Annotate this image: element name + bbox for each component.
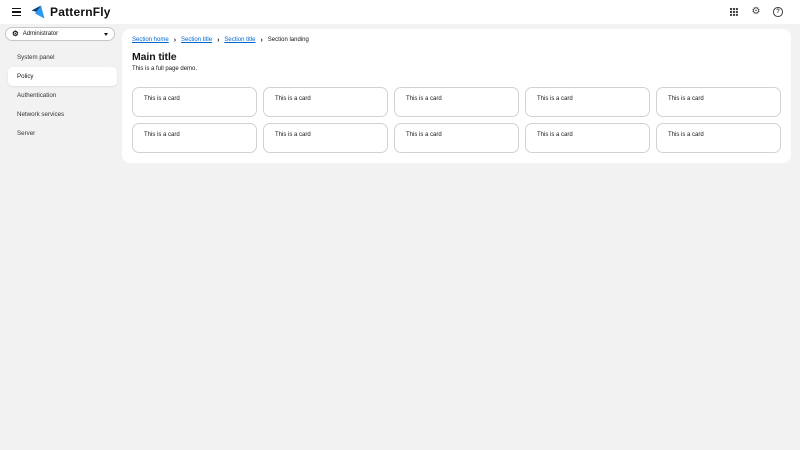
chevron-right-icon: ›	[217, 36, 220, 44]
sidebar-item-network-services[interactable]: Network services	[8, 105, 117, 124]
card-title: This is a card	[406, 96, 442, 102]
breadcrumb-link-section-title-2[interactable]: Section title	[224, 37, 255, 43]
card: This is a card	[132, 87, 257, 117]
sidebar: ⚙ Administrator System panel Policy Auth…	[0, 24, 121, 450]
card-title: This is a card	[537, 96, 573, 102]
card-title: This is a card	[537, 132, 573, 138]
card-title: This is a card	[144, 132, 180, 138]
brand-name: PatternFly	[50, 5, 111, 19]
breadcrumb-link-section-home[interactable]: Section home	[132, 37, 169, 43]
card: This is a card	[525, 123, 650, 153]
card: This is a card	[525, 87, 650, 117]
card: This is a card	[394, 87, 519, 117]
chevron-down-icon	[104, 32, 108, 36]
card-title: This is a card	[668, 96, 704, 102]
context-selector-label: Administrator	[22, 31, 59, 37]
patternfly-logo-icon	[31, 5, 45, 19]
settings-gear-icon[interactable]: ⚙	[750, 5, 762, 19]
apps-grid-icon[interactable]	[728, 5, 740, 19]
card: This is a card	[263, 123, 388, 153]
card-title: This is a card	[668, 132, 704, 138]
breadcrumb-link-section-title-1[interactable]: Section title	[181, 37, 212, 43]
sidebar-item-system-panel[interactable]: System panel	[8, 48, 117, 67]
card-title: This is a card	[406, 132, 442, 138]
card-title: This is a card	[144, 96, 180, 102]
card: This is a card	[132, 123, 257, 153]
sidebar-item-server[interactable]: Server	[8, 124, 117, 143]
page-subtitle: This is a full page demo.	[132, 66, 198, 72]
masthead-actions: ⚙ ?	[728, 5, 784, 19]
masthead: PatternFly ⚙ ?	[0, 0, 800, 24]
card: This is a card	[656, 123, 781, 153]
card: This is a card	[263, 87, 388, 117]
card: This is a card	[656, 87, 781, 117]
card: This is a card	[394, 123, 519, 153]
breadcrumb-current-page: Section landing	[267, 37, 309, 43]
brand-logo[interactable]: PatternFly	[31, 5, 111, 19]
hamburger-icon	[11, 8, 21, 10]
sidebar-item-authentication[interactable]: Authentication	[8, 86, 117, 105]
card-grid: This is a card This is a card This is a …	[132, 87, 781, 153]
chevron-right-icon: ›	[173, 36, 177, 44]
chevron-right-icon: ›	[260, 36, 263, 44]
nav-list: System panel Policy Authentication Netwo…	[0, 48, 121, 143]
cogs-icon: ⚙	[12, 29, 19, 39]
card-title: This is a card	[275, 96, 311, 102]
page-title: Main title	[132, 51, 177, 63]
breadcrumb: Section home › Section title › Section t…	[132, 36, 781, 44]
context-selector-dropdown[interactable]: ⚙ Administrator	[5, 27, 115, 41]
help-question-icon[interactable]: ?	[772, 5, 784, 19]
card-title: This is a card	[275, 132, 311, 138]
nav-toggle-button[interactable]	[8, 4, 24, 20]
main-panel: Section home › Section title › Section t…	[122, 29, 791, 163]
sidebar-item-policy[interactable]: Policy	[8, 67, 117, 86]
